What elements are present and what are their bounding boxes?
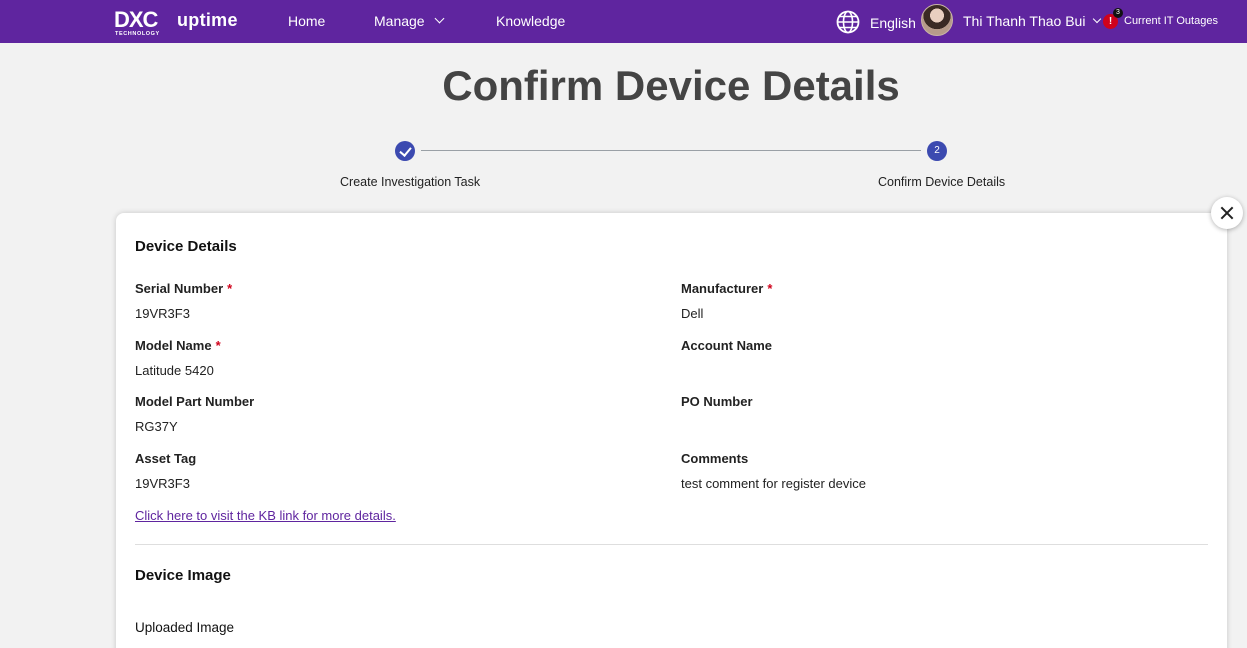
user-menu[interactable]: Thi Thanh Thao Bui	[963, 13, 1102, 29]
required-marker: *	[215, 338, 221, 353]
stepper-connector	[421, 150, 921, 151]
manufacturer-label: Manufacturer *	[681, 281, 772, 296]
required-marker: *	[227, 281, 233, 296]
comments-label: Comments	[681, 451, 749, 466]
comments-value: test comment for register device	[681, 476, 866, 491]
model-name-label-text: Model Name	[135, 338, 212, 353]
step-2-label: Confirm Device Details	[878, 175, 1006, 189]
serial-number-label-text: Serial Number	[135, 281, 224, 296]
manufacturer-label-text: Manufacturer	[681, 281, 764, 296]
globe-icon[interactable]	[836, 10, 860, 34]
user-avatar[interactable]	[921, 4, 953, 36]
chevron-down-icon	[434, 13, 445, 24]
logo-mark: DXC	[114, 7, 158, 32]
nav-knowledge-label: Knowledge	[496, 13, 566, 29]
model-part-number-label: Model Part Number	[135, 394, 255, 409]
step-1-label: Create Investigation Task	[340, 175, 481, 189]
close-button[interactable]	[1211, 197, 1243, 229]
logo-product-name: uptime	[177, 10, 238, 30]
section-divider	[135, 544, 1208, 545]
page-title: Confirm Device Details	[442, 62, 900, 109]
serial-number-label: Serial Number *	[135, 281, 232, 296]
device-image-title: Device Image	[135, 567, 231, 584]
required-marker: *	[767, 281, 773, 296]
language-selector[interactable]: English	[870, 15, 916, 31]
uploaded-image-label: Uploaded Image	[135, 620, 235, 635]
device-details-card	[116, 213, 1227, 648]
model-part-number-value: RG37Y	[135, 419, 178, 434]
current-it-outages-link[interactable]: Current IT Outages	[1124, 15, 1218, 27]
logo-subtitle: TECHNOLOGY	[115, 31, 160, 37]
serial-number-value: 19VR3F3	[135, 306, 190, 321]
kb-link[interactable]: Click here to visit the KB link for more…	[135, 508, 396, 523]
account-name-label: Account Name	[681, 338, 773, 353]
chevron-down-icon	[1093, 14, 1102, 23]
nav-manage-label: Manage	[374, 13, 425, 29]
manufacturer-value: Dell	[681, 306, 704, 321]
model-name-value: Latitude 5420	[135, 363, 214, 378]
asset-tag-label: Asset Tag	[135, 451, 197, 466]
po-number-label: PO Number	[681, 394, 753, 409]
user-name: Thi Thanh Thao Bui	[963, 13, 1086, 29]
step-1-complete-check-icon	[395, 141, 415, 161]
asset-tag-value: 19VR3F3	[135, 476, 190, 491]
step-2-indicator: 2	[927, 141, 947, 161]
dxc-logo: DXC TECHNOLOGY	[114, 9, 168, 38]
top-nav-bar: DXC TECHNOLOGY uptime Home Manage Knowle…	[0, 0, 1247, 43]
nav-home[interactable]: Home	[288, 13, 325, 29]
nav-home-label: Home	[288, 13, 326, 29]
nav-manage[interactable]: Manage	[374, 13, 445, 29]
model-name-label: Model Name *	[135, 338, 221, 353]
nav-knowledge[interactable]: Knowledge	[496, 13, 565, 29]
dxc-uptime-logo[interactable]: DXC TECHNOLOGY uptime	[114, 9, 238, 38]
alert-count-badge: 3	[1113, 8, 1123, 18]
device-details-title: Device Details	[135, 238, 237, 255]
